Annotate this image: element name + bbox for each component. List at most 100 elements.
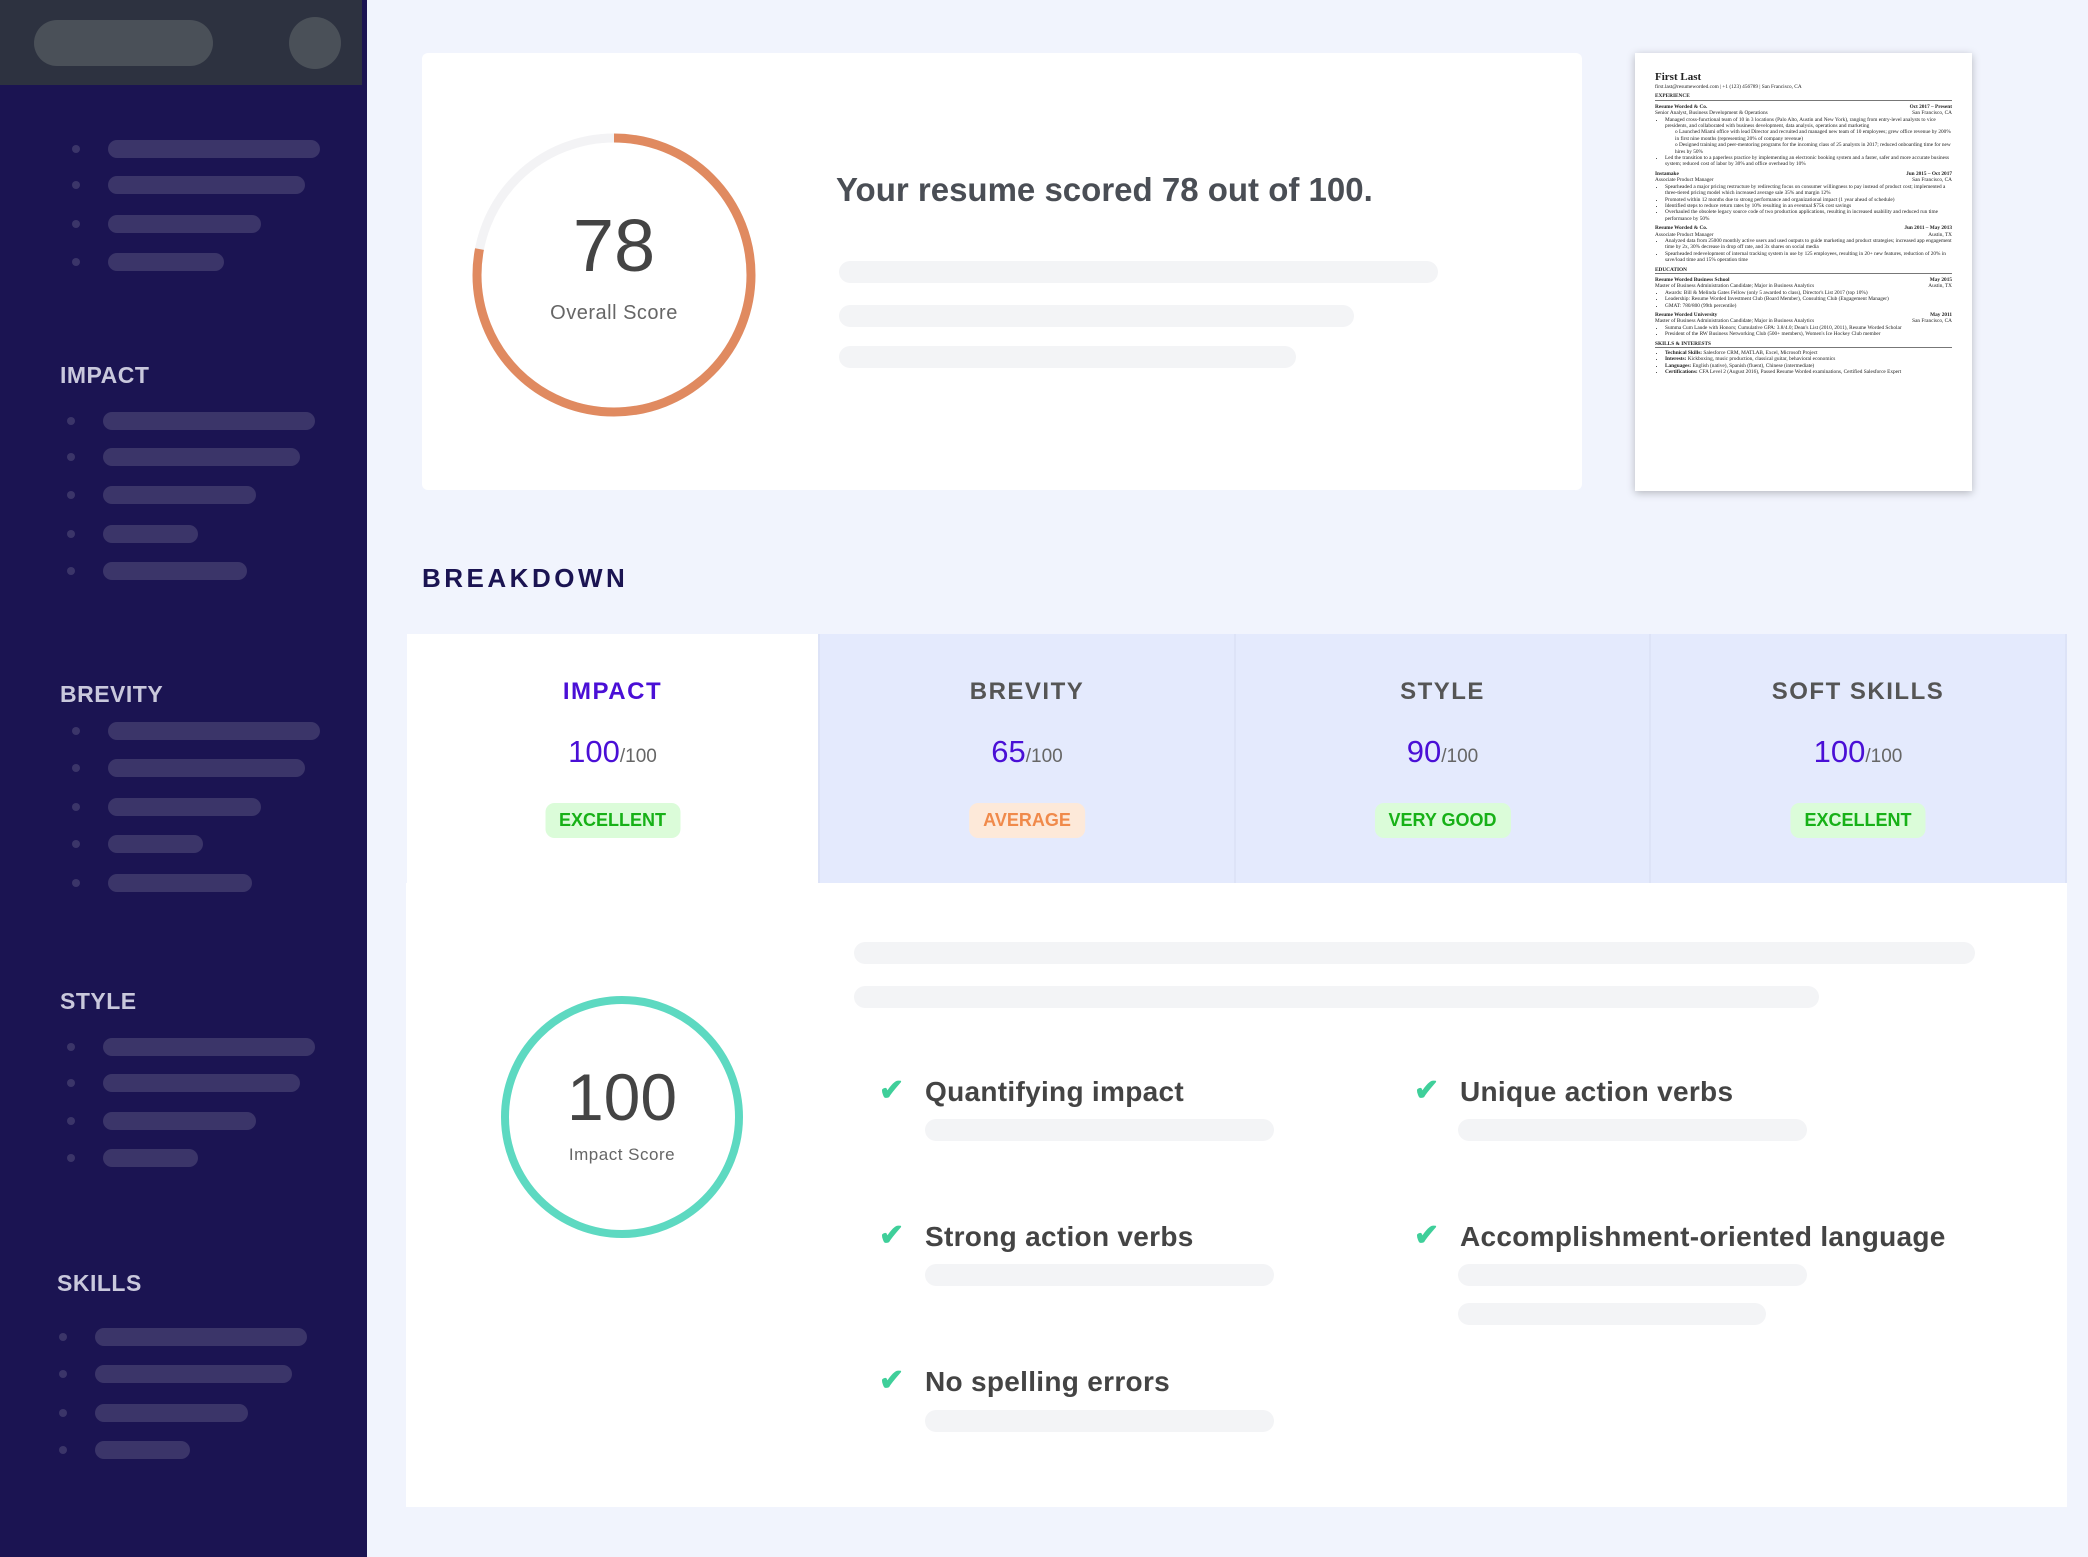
sidebar-section-impact[interactable]: IMPACT (60, 362, 149, 389)
bullet-icon (72, 258, 80, 266)
sidebar-item-placeholder[interactable] (103, 1074, 300, 1092)
avatar[interactable] (289, 17, 341, 69)
sidebar-section-style[interactable]: STYLE (60, 988, 137, 1015)
resume-bullet: President of the RW Business Networking … (1665, 331, 1952, 337)
bullet-icon (67, 453, 75, 461)
check-placeholder-line (925, 1410, 1274, 1432)
sidebar-item-placeholder[interactable] (103, 525, 198, 543)
tab-score-max: /100 (1441, 746, 1479, 767)
resume-entry-location: Austin, TX (1928, 231, 1952, 238)
sidebar-item-placeholder[interactable] (95, 1404, 248, 1422)
check-icon: ✔ (1414, 1219, 1440, 1252)
resume-education-heading: EDUCATION (1655, 267, 1952, 274)
resume-entry: Instamake Jun 2015 – Oct 2017 Associate Pr… (1655, 171, 1952, 222)
sidebar-item-placeholder[interactable] (103, 412, 315, 430)
sidebar-item-placeholder[interactable] (108, 798, 261, 816)
rating-badge: EXCELLENT (544, 803, 681, 838)
resume-bullet: Led the transition to a paperless practi… (1665, 155, 1952, 168)
resume-skill-value: CFA Level 2 (August 2016), Passed Resume… (1698, 369, 1902, 376)
sidebar-item-placeholder[interactable] (108, 215, 261, 233)
sidebar-item-placeholder[interactable] (108, 835, 203, 853)
sidebar-item-placeholder[interactable] (108, 176, 305, 194)
check-placeholder-line (925, 1119, 1274, 1141)
bullet-icon (59, 1446, 67, 1454)
sidebar-item-placeholder[interactable] (108, 759, 305, 777)
check-placeholder-line (1458, 1264, 1807, 1286)
resume-bullet: Overhauled the obsolete legacy source co… (1665, 209, 1952, 222)
tab-score-value: 100 (568, 734, 620, 769)
bullet-icon (72, 181, 80, 189)
bullet-icon (72, 840, 80, 848)
sidebar-item-placeholder[interactable] (95, 1365, 292, 1383)
check-label: Strong action verbs (925, 1221, 1194, 1252)
sidebar-item-placeholder[interactable] (95, 1328, 307, 1346)
sidebar-section-skills[interactable]: SKILLS (57, 1270, 142, 1297)
tab-style[interactable]: STYLE 90/100 VERY GOOD (1236, 634, 1651, 883)
bullet-icon (67, 1043, 75, 1051)
tab-score: 100/100 (1651, 734, 2065, 770)
rating-badge: EXCELLENT (1790, 803, 1926, 838)
check-icon: ✔ (1414, 1074, 1440, 1107)
resume-entry-role: Associate Product Manager (1655, 177, 1714, 184)
resume-contact: first.last@resumeworded.com | +1 (123) 4… (1655, 84, 1802, 90)
check-icon: ✔ (879, 1364, 905, 1397)
resume-skill-key: Technical Skills: (1665, 350, 1703, 357)
sidebar-item-placeholder[interactable] (103, 1038, 315, 1056)
resume-bullet: GMAT: 780/800 (99th percentile) (1665, 303, 1952, 309)
resume-entry: Resume Worded & Co. Oct 2017 – Present Sen… (1655, 104, 1952, 168)
tab-title: SOFT SKILLS (1771, 678, 1945, 705)
check-icon: ✔ (879, 1219, 905, 1252)
resume-skill-key: Languages: (1665, 362, 1692, 369)
tab-title: STYLE (1400, 678, 1485, 705)
bullet-icon (72, 145, 80, 153)
bullet-icon (67, 530, 75, 538)
bullet-icon (72, 803, 80, 811)
resume-skill: Certifications: CFA Level 2 (August 2016… (1665, 369, 1952, 375)
rating-badge: AVERAGE (969, 803, 1085, 838)
check-icon: ✔ (879, 1074, 905, 1107)
sidebar-item-placeholder[interactable] (108, 253, 224, 271)
resume-entry: Resume Worded University May 2011 Master o… (1655, 312, 1952, 338)
resume-bullet: Managed cross-functional team of 10 in 3… (1665, 117, 1952, 130)
impact-score-value: 100 (566, 1060, 678, 1134)
check-label: Accomplishment-oriented language (1460, 1221, 1946, 1252)
resume-preview[interactable]: First Last first.last@resumeworded.com |… (1635, 53, 1972, 491)
bullet-icon (72, 879, 80, 887)
resume-entry-location: San Francisco, CA (1912, 177, 1952, 184)
resume-entry-role: Associate Product Manager (1655, 231, 1714, 238)
sidebar-item-placeholder[interactable] (95, 1441, 190, 1459)
sidebar-item-placeholder[interactable] (103, 448, 300, 466)
tab-score-max: /100 (1025, 746, 1063, 767)
tab-score-value: 90 (1406, 734, 1442, 769)
overall-score-label: Overall Score (550, 302, 678, 324)
tab-score: 90/100 (1236, 734, 1649, 770)
tab-brevity[interactable]: BREVITY 65/100 AVERAGE (820, 634, 1236, 883)
resume-skill-value: Salesforce CRM, MATLAB, Excel, Microsoft… (1703, 350, 1818, 357)
check-label: No spelling errors (925, 1366, 1171, 1397)
tab-impact[interactable]: IMPACT 100/100 EXCELLENT (407, 634, 820, 883)
sidebar-item-placeholder[interactable] (108, 722, 320, 740)
bullet-icon (67, 491, 75, 499)
bullet-icon (59, 1333, 67, 1341)
bullet-icon (67, 1079, 75, 1087)
sidebar: IMPACT BREVITY STYLE SKILLS (0, 0, 367, 1557)
sidebar-item-placeholder[interactable] (103, 1149, 198, 1167)
sidebar-item-placeholder[interactable] (103, 1112, 256, 1130)
sidebar-item-placeholder[interactable] (103, 562, 247, 580)
bullet-icon (72, 727, 80, 735)
bullet-icon (72, 764, 80, 772)
resume-entry-location: San Francisco, CA (1912, 318, 1952, 325)
tab-score: 100/100 (407, 734, 818, 770)
tab-soft-skills[interactable]: SOFT SKILLS 100/100 EXCELLENT (1651, 634, 2067, 883)
sidebar-item-placeholder[interactable] (108, 140, 320, 158)
tab-score-max: /100 (619, 746, 657, 767)
check-label: Quantifying impact (925, 1076, 1184, 1107)
detail-placeholder-line (854, 986, 1819, 1008)
bullet-icon (59, 1409, 67, 1417)
resume-entry-location: Austin, TX (1928, 283, 1952, 290)
sidebar-section-brevity[interactable]: BREVITY (60, 681, 163, 708)
breakdown-detail-panel: 100 Impact Score ✔ Quantifying impact ✔ Uni… (406, 883, 2067, 1507)
resume-entry-location: San Francisco, CA (1912, 110, 1952, 117)
sidebar-item-placeholder[interactable] (108, 874, 252, 892)
sidebar-item-placeholder[interactable] (103, 486, 256, 504)
